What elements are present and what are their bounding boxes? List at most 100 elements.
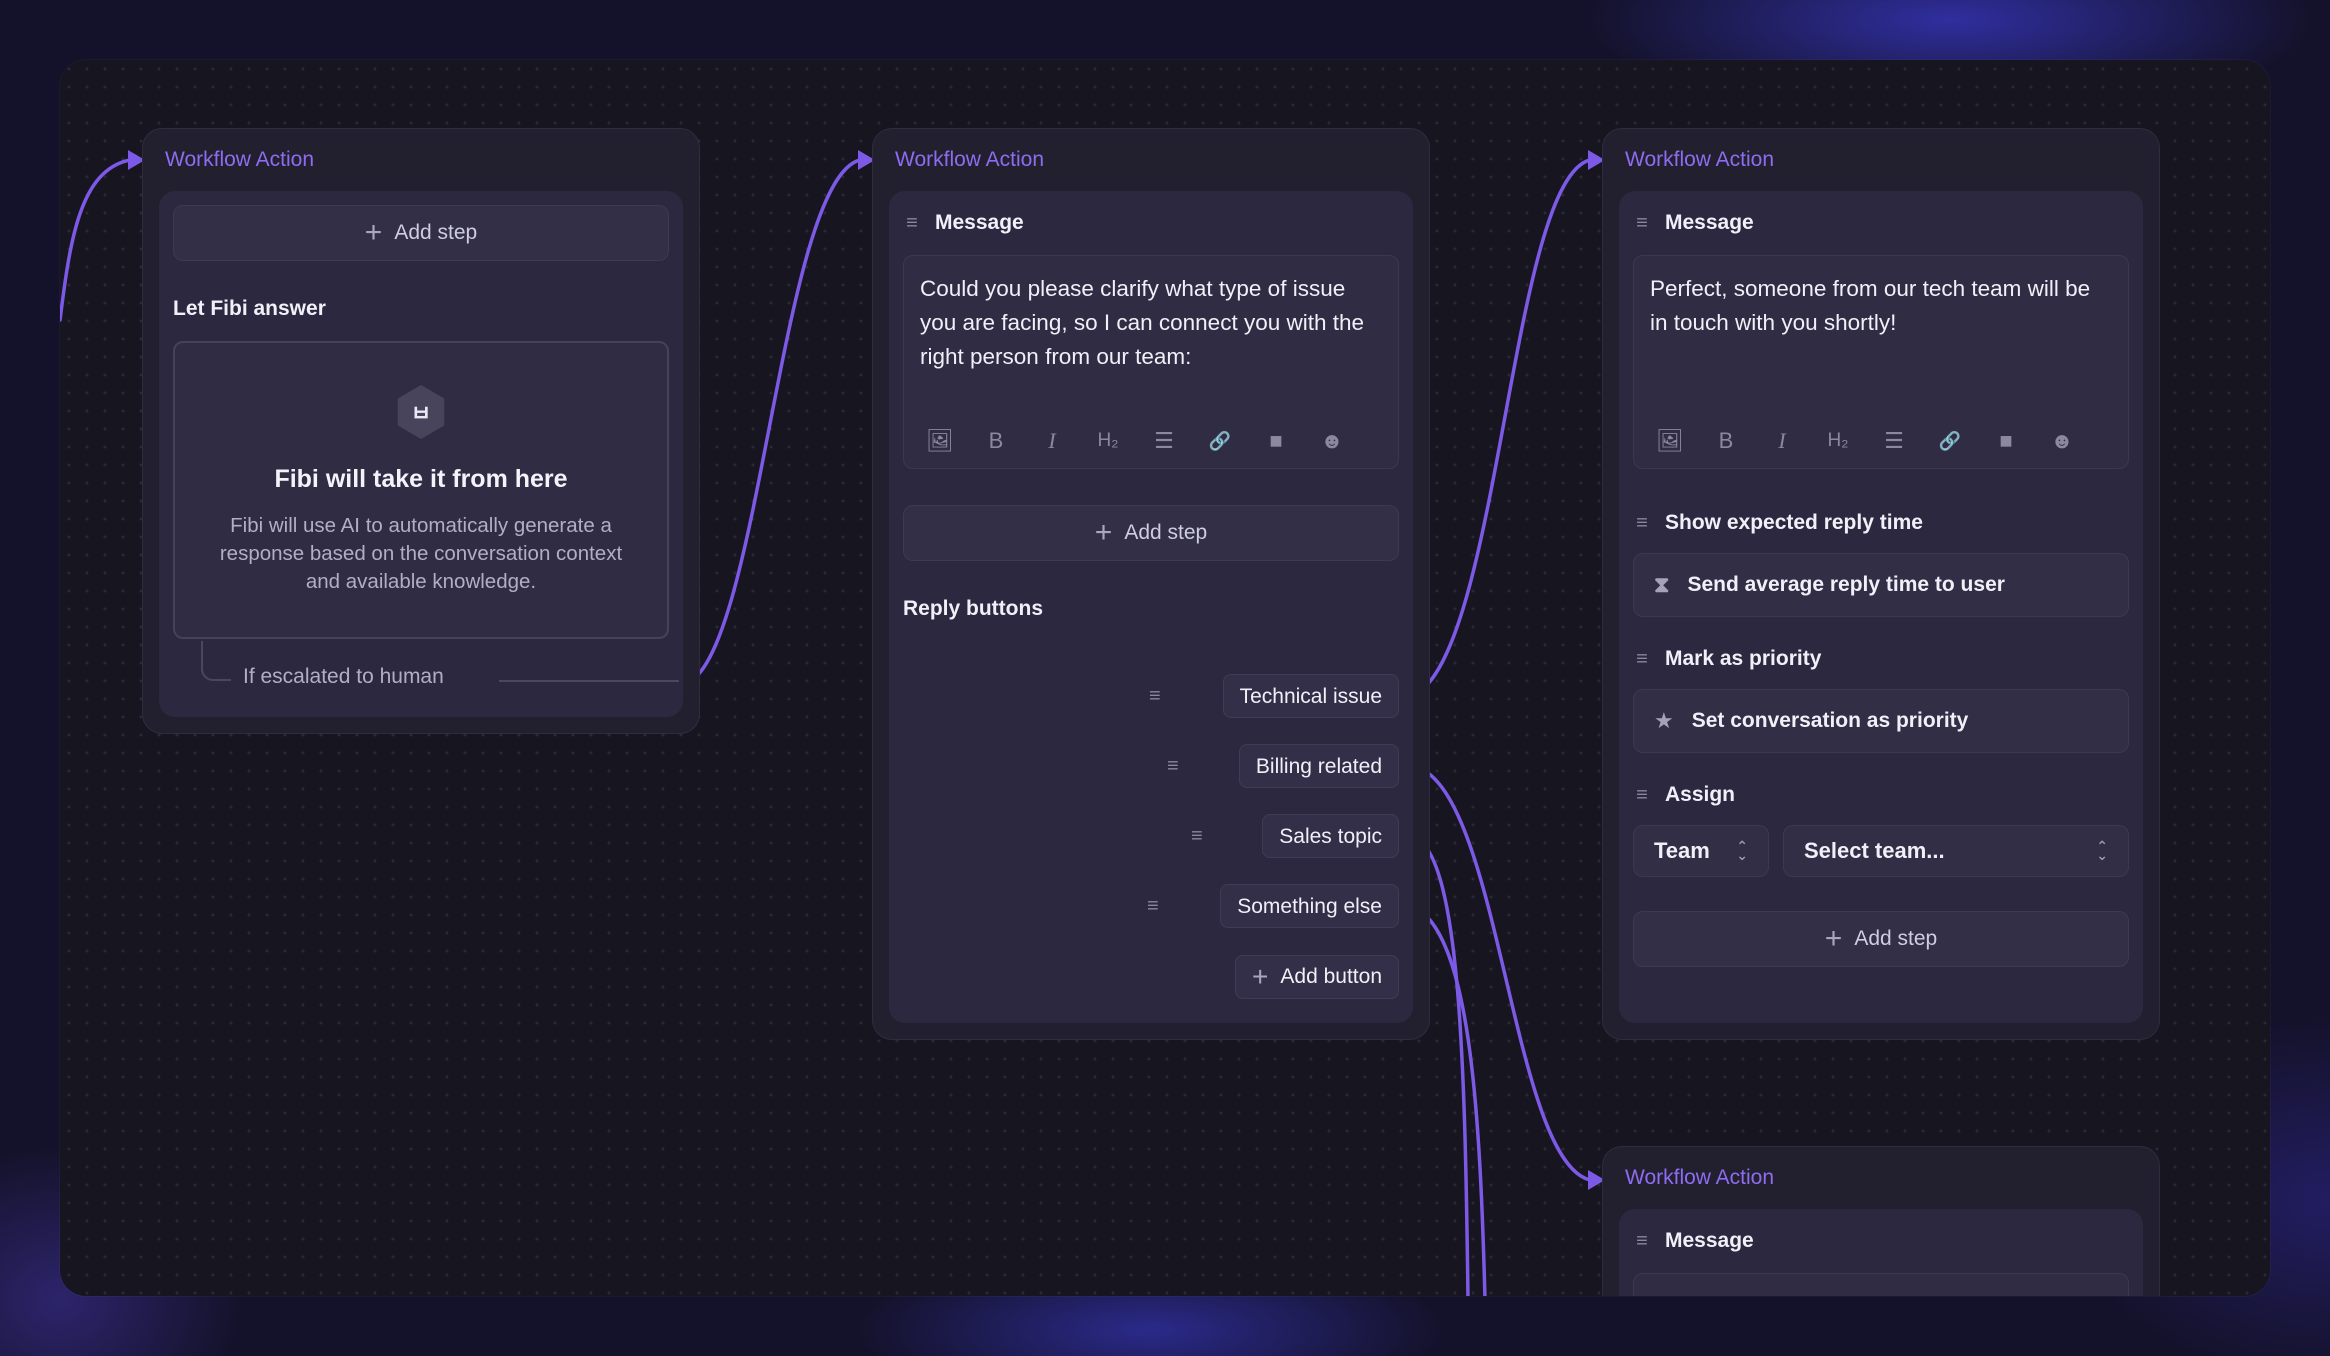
escalate-line	[499, 680, 679, 682]
reply-button-technical[interactable]: Technical issue	[1222, 674, 1399, 718]
assign-type-value: Team	[1654, 838, 1710, 863]
workflow-canvas[interactable]: Workflow Action + Add step Let Fibi answ…	[60, 60, 2270, 1296]
message-section-header: ≡ Message	[1633, 201, 2129, 245]
assign-team-placeholder: Select team...	[1804, 838, 1945, 863]
priority-value: Set conversation as priority	[1691, 709, 1969, 732]
node-body: ≡ Message Perfect, someone from our tech…	[1619, 191, 2143, 1023]
priority-field[interactable]: ★ Set conversation as priority	[1633, 689, 2129, 753]
node-body: ≡ Message	[1619, 1209, 2143, 1296]
message-text[interactable]: Perfect, someone from our tech team will…	[1650, 272, 2112, 422]
heading-icon[interactable]: H₂	[1824, 430, 1852, 452]
fibi-card: ㅂ Fibi will take it from here Fibi will …	[173, 341, 669, 639]
section-label: Let Fibi answer	[173, 287, 669, 331]
message-editor[interactable]: Could you please clarify what type of is…	[903, 255, 1399, 469]
bold-icon[interactable]: B	[1712, 428, 1740, 454]
message-editor[interactable]: Perfect, someone from our tech team will…	[1633, 255, 2129, 469]
escalate-branch-line	[201, 641, 231, 681]
fibi-card-body: Fibi will use AI to automatically genera…	[219, 514, 623, 593]
drag-handle-icon[interactable]: ≡	[1633, 784, 1651, 807]
message-editor[interactable]	[1633, 1273, 2129, 1296]
escalate-label[interactable]: If escalated to human	[243, 665, 444, 689]
wire-technical	[1410, 158, 1592, 698]
workflow-node-ai[interactable]: Workflow Action + Add step Let Fibi answ…	[142, 128, 700, 734]
star-icon: ★	[1654, 708, 1674, 733]
drag-handle-icon[interactable]: ≡	[1167, 744, 1179, 788]
add-step-label: Add step	[1124, 521, 1208, 544]
node-title: Workflow Action	[895, 148, 1044, 171]
plus-icon: +	[1824, 922, 1843, 955]
reply-buttons-label: Reply buttons	[903, 587, 1399, 631]
hourglass-icon: ⧗	[1654, 572, 1670, 597]
node-title: Workflow Action	[1625, 1166, 1774, 1189]
workflow-node-next[interactable]: Workflow Action ≡ Message	[1602, 1146, 2160, 1296]
plus-icon: +	[364, 216, 383, 249]
reply-button-sales[interactable]: Sales topic	[1262, 814, 1399, 858]
section-label-text: Let Fibi answer	[173, 297, 326, 320]
image-icon[interactable]: 🖼	[1656, 428, 1684, 454]
wire-entry	[60, 158, 132, 322]
workflow-node-tech[interactable]: Workflow Action ≡ Message Perfect, someo…	[1602, 128, 2160, 1040]
drag-handle-icon[interactable]: ≡	[1147, 884, 1159, 928]
editor-toolbar: 🖼 B I H₂ ☰ 🔗 ■ ☻	[1650, 422, 2112, 454]
updown-chevron-icon: ⌃ ⌄	[1736, 838, 1748, 863]
drag-handle-icon[interactable]: ≡	[1633, 212, 1651, 235]
editor-toolbar: 🖼 B I H₂ ☰ 🔗 ■ ☻	[920, 422, 1382, 454]
wire-escalate	[683, 158, 862, 686]
section-label-text: Message	[935, 211, 1024, 234]
assign-team-select[interactable]: Select team... ⌃ ⌄	[1783, 825, 2129, 877]
drag-handle-icon[interactable]: ≡	[1633, 512, 1651, 535]
add-step-button[interactable]: + Add step	[173, 205, 669, 261]
assign-header: ≡ Assign	[1633, 773, 2129, 817]
emoji-icon[interactable]: ☻	[2048, 428, 2076, 454]
section-label-text: Mark as priority	[1665, 647, 1822, 670]
video-icon[interactable]: ■	[1992, 428, 2020, 454]
node-body: ≡ Message Could you please clarify what …	[889, 191, 1413, 1023]
heading-icon[interactable]: H₂	[1094, 430, 1122, 452]
italic-icon[interactable]: I	[1768, 428, 1796, 454]
drag-handle-icon[interactable]: ≡	[1149, 674, 1161, 718]
italic-icon[interactable]: I	[1038, 428, 1066, 454]
node-title: Workflow Action	[165, 148, 314, 171]
assign-type-select[interactable]: Team ⌃ ⌄	[1633, 825, 1769, 877]
section-label-text: Message	[1665, 1229, 1754, 1252]
message-section-header: ≡ Message	[1633, 1219, 2129, 1263]
add-step-label: Add step	[1854, 927, 1938, 950]
add-step-button[interactable]: + Add step	[1633, 911, 2129, 967]
assign-row: Team ⌃ ⌄ Select team... ⌃ ⌄	[1633, 825, 2129, 877]
bold-icon[interactable]: B	[982, 428, 1010, 454]
fibi-card-title: Fibi will take it from here	[274, 465, 568, 493]
link-icon[interactable]: 🔗	[1936, 431, 1964, 452]
reply-button-something-else[interactable]: Something else	[1220, 884, 1399, 928]
emoji-icon[interactable]: ☻	[1318, 428, 1346, 454]
drag-handle-icon[interactable]: ≡	[1633, 648, 1651, 671]
plus-icon: +	[1094, 516, 1113, 549]
plus-icon: +	[1252, 961, 1269, 992]
reply-time-field[interactable]: ⧗ Send average reply time to user	[1633, 553, 2129, 617]
section-label-text: Assign	[1665, 783, 1736, 806]
reply-time-value: Send average reply time to user	[1687, 573, 2005, 596]
fibi-avatar-icon: ㅂ	[397, 385, 445, 439]
wire-billing	[1410, 764, 1592, 1182]
workflow-node-clarify[interactable]: Workflow Action ≡ Message Could you plea…	[872, 128, 1430, 1040]
add-button[interactable]: + Add button	[1235, 955, 1399, 999]
section-label-text: Message	[1665, 211, 1754, 234]
link-icon[interactable]: 🔗	[1206, 431, 1234, 452]
list-icon[interactable]: ☰	[1880, 428, 1908, 454]
image-icon[interactable]: 🖼	[926, 428, 954, 454]
priority-header: ≡ Mark as priority	[1633, 637, 2129, 681]
add-button-label: Add button	[1280, 965, 1382, 988]
drag-handle-icon[interactable]: ≡	[1191, 814, 1203, 858]
message-text[interactable]: Could you please clarify what type of is…	[920, 272, 1382, 422]
fibi-face: ㅂ	[410, 401, 432, 426]
video-icon[interactable]: ■	[1262, 428, 1290, 454]
drag-handle-icon[interactable]: ≡	[903, 212, 921, 235]
add-step-label: Add step	[394, 221, 478, 244]
section-label-text: Show expected reply time	[1665, 511, 1923, 534]
reply-button-billing[interactable]: Billing related	[1238, 744, 1399, 788]
reply-time-header: ≡ Show expected reply time	[1633, 501, 2129, 545]
drag-handle-icon[interactable]: ≡	[1633, 1230, 1651, 1253]
node-body: + Add step Let Fibi answer ㅂ Fibi will t…	[159, 191, 683, 717]
list-icon[interactable]: ☰	[1150, 428, 1178, 454]
updown-chevron-icon: ⌃ ⌄	[2096, 838, 2108, 863]
add-step-button[interactable]: + Add step	[903, 505, 1399, 561]
